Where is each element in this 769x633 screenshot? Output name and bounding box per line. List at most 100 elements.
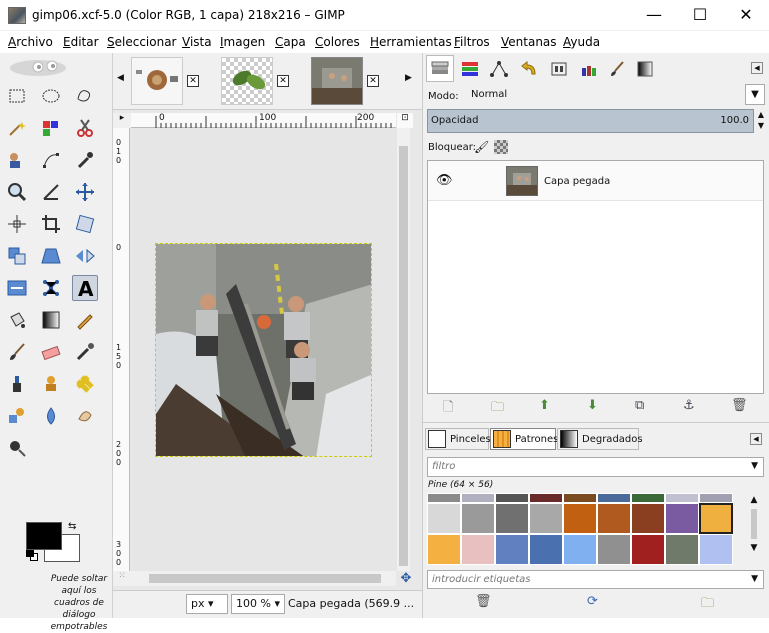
gradients-tab-icon[interactable] — [631, 55, 659, 82]
tab-gradients[interactable]: Degradados — [557, 428, 643, 450]
eraser-tool-icon[interactable] — [38, 339, 64, 365]
menu-filtros[interactable]: Filtros — [454, 35, 490, 49]
blur-tool-icon[interactable] — [38, 403, 64, 429]
zoom-tool-icon[interactable] — [4, 179, 30, 205]
pattern-filter-input[interactable]: filtro ▼ — [427, 457, 764, 477]
image-tab-thumb-3-active[interactable] — [311, 57, 363, 105]
menu-imagen[interactable]: Imagen — [220, 35, 265, 49]
layer-name[interactable]: Capa pegada — [544, 176, 610, 187]
anchor-layer-icon[interactable]: ⚓ — [683, 398, 695, 413]
paths-tab-icon[interactable] — [485, 55, 513, 82]
align-tool-icon[interactable] — [4, 211, 30, 237]
horizontal-scrollbar[interactable] — [131, 571, 396, 586]
tabs-scroll-right-icon[interactable]: ▶ — [405, 73, 412, 83]
patterns-scroll-up-icon[interactable]: ▲ — [745, 495, 763, 505]
undo-history-tab-icon[interactable] — [515, 55, 543, 82]
bucket-fill-tool-icon[interactable] — [4, 307, 30, 333]
zoom-select[interactable]: 100 % ▾ — [231, 594, 285, 614]
pattern-swatch[interactable] — [699, 503, 733, 534]
filter-dropdown-icon[interactable]: ▼ — [751, 461, 758, 471]
lock-alpha-icon[interactable] — [494, 140, 508, 154]
rotate-tool-icon[interactable] — [4, 243, 30, 269]
layer-row[interactable]: 👁 Capa pegada — [428, 161, 763, 201]
scissors-select-tool-icon[interactable] — [72, 115, 98, 141]
tool-options-tab-icon[interactable] — [545, 55, 573, 82]
delete-pattern-icon[interactable]: 🗑 — [475, 594, 492, 609]
crop-tool-icon[interactable] — [38, 211, 64, 237]
layers-list[interactable]: 👁 Capa pegada — [427, 160, 764, 394]
smudge-tool-icon[interactable] — [72, 403, 98, 429]
pattern-swatch[interactable] — [461, 503, 495, 534]
pattern-swatch[interactable] — [427, 534, 461, 565]
menu-archivo[interactable]: Archivo — [8, 35, 53, 49]
by-color-select-tool-icon[interactable] — [38, 115, 64, 141]
lock-pixels-icon[interactable]: 🖌 — [474, 140, 489, 154]
color-picker-tool-icon[interactable] — [72, 147, 98, 173]
pattern-swatch[interactable] — [563, 493, 597, 503]
pattern-swatch[interactable] — [495, 534, 529, 565]
pattern-swatch[interactable] — [495, 503, 529, 534]
horizontal-ruler[interactable]: 0 100 200 — [131, 113, 396, 128]
delete-layer-icon[interactable]: 🗑 — [731, 398, 748, 413]
pattern-swatch[interactable] — [529, 493, 563, 503]
patterns-scroll-thumb[interactable] — [751, 509, 757, 539]
layers-tab-icon[interactable] — [426, 55, 454, 82]
pattern-swatch[interactable] — [665, 534, 699, 565]
pattern-swatch[interactable] — [563, 503, 597, 534]
menu-ventanas[interactable]: Ventanas — [501, 35, 557, 49]
lower-layer-icon[interactable]: ⬇ — [587, 398, 598, 413]
tags-input[interactable]: introducir etiquetas ▼ — [427, 570, 764, 589]
tab-patterns[interactable]: Patrones — [490, 428, 558, 450]
warp-transform-tool-icon[interactable] — [38, 275, 64, 301]
dodge-burn-tool-icon[interactable] — [4, 435, 30, 461]
paintbrush-tab-icon[interactable] — [603, 55, 631, 82]
gradient-tool-icon[interactable] — [38, 307, 64, 333]
menu-capa[interactable]: Capa — [275, 35, 306, 49]
clone-tool-icon[interactable] — [38, 371, 64, 397]
image-tab-thumb-2[interactable] — [221, 57, 273, 105]
tab-brushes[interactable]: Pinceles — [425, 428, 491, 450]
pattern-swatch[interactable] — [597, 493, 631, 503]
pattern-swatch[interactable] — [427, 503, 461, 534]
text-tool-icon[interactable]: A — [72, 275, 98, 301]
close-window-button[interactable]: ✕ — [723, 0, 769, 31]
airbrush-tool-icon[interactable] — [72, 339, 98, 365]
pattern-swatch[interactable] — [597, 534, 631, 565]
heal-tool-icon[interactable] — [72, 371, 98, 397]
minimize-button[interactable]: — — [631, 0, 677, 31]
visibility-eye-icon[interactable]: 👁 — [436, 173, 453, 188]
paths-tool-icon[interactable] — [38, 147, 64, 173]
image-canvas-photo[interactable] — [155, 243, 372, 457]
pattern-swatch[interactable] — [665, 503, 699, 534]
pattern-swatch[interactable] — [529, 534, 563, 565]
pencil-tool-icon[interactable] — [72, 307, 98, 333]
horizontal-scroll-thumb[interactable] — [149, 574, 381, 583]
quick-mask-corner-icon[interactable]: ▸ — [113, 113, 131, 128]
default-colors-icon[interactable] — [26, 549, 38, 561]
pattern-swatch[interactable] — [427, 493, 461, 503]
zoom-image-icon[interactable]: ⊡ — [397, 113, 413, 128]
close-tab-2-icon[interactable]: ✕ — [277, 75, 289, 87]
perspective-tool-icon[interactable] — [38, 243, 64, 269]
pattern-swatch[interactable] — [563, 534, 597, 565]
pattern-swatch[interactable] — [631, 493, 665, 503]
close-tab-1-icon[interactable]: ✕ — [187, 75, 199, 87]
rect-select-tool-icon[interactable] — [4, 83, 30, 109]
pattern-swatch[interactable] — [699, 534, 733, 565]
configure-dock-icon[interactable]: ◀ — [751, 62, 763, 74]
swap-colors-icon[interactable]: ⇆ — [68, 521, 76, 532]
ellipse-select-tool-icon[interactable] — [38, 83, 64, 109]
close-tab-3-icon[interactable]: ✕ — [367, 75, 379, 87]
pattern-swatch[interactable] — [699, 493, 733, 503]
paintbrush-tool-icon[interactable] — [4, 339, 30, 365]
pattern-swatch[interactable] — [597, 503, 631, 534]
image-tab-thumb-1[interactable] — [131, 57, 183, 105]
menu-colores[interactable]: Colores — [315, 35, 360, 49]
menu-ayuda[interactable]: Ayuda — [563, 35, 600, 49]
pattern-swatch[interactable] — [461, 493, 495, 503]
tabs-scroll-left-icon[interactable]: ◀ — [117, 73, 124, 83]
foreground-color-swatch[interactable] — [26, 522, 62, 550]
vertical-scroll-thumb[interactable] — [399, 146, 408, 566]
foreground-select-tool-icon[interactable] — [4, 147, 30, 173]
duplicate-layer-icon[interactable]: ⧉ — [635, 398, 644, 413]
